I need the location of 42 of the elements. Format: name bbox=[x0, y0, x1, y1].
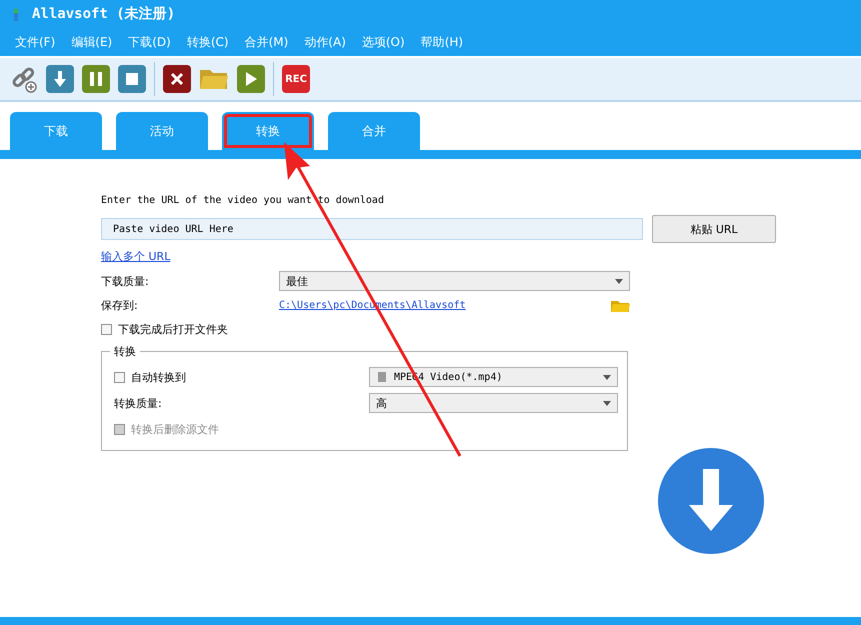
tab[interactable]: 转换 bbox=[222, 112, 314, 150]
folder-icon[interactable] bbox=[199, 67, 229, 91]
folder-icon[interactable] bbox=[610, 298, 630, 312]
menu-item[interactable]: 下载(D) bbox=[121, 32, 178, 52]
checkbox-label: 转换后删除源文件 bbox=[131, 422, 219, 436]
download-icon[interactable] bbox=[657, 447, 765, 555]
field-label: 下载质量: bbox=[101, 274, 150, 288]
menu-item[interactable]: 转换(C) bbox=[180, 32, 236, 52]
chain-link-icon[interactable] bbox=[10, 65, 38, 93]
tab[interactable]: 活动 bbox=[116, 112, 208, 150]
window-title: Allavsoft (未注册) bbox=[32, 5, 176, 23]
field-label: 保存到: bbox=[101, 298, 139, 312]
record-button[interactable]: REC bbox=[282, 65, 310, 93]
menu-item[interactable]: 合并(M) bbox=[238, 32, 296, 52]
tab[interactable]: 下载 bbox=[10, 112, 102, 150]
multiple-url-link[interactable]: 输入多个 URL bbox=[101, 248, 170, 264]
paste-url-button[interactable]: 粘贴 URL bbox=[652, 215, 776, 243]
menu-item[interactable]: 文件(F) bbox=[8, 32, 62, 52]
download-icon[interactable] bbox=[46, 65, 74, 93]
group-title: 转换 bbox=[110, 344, 140, 359]
file-icon bbox=[376, 371, 388, 383]
menu-item[interactable]: 选项(O) bbox=[354, 32, 412, 52]
field-label: 转换质量: bbox=[114, 396, 162, 410]
stop-icon[interactable] bbox=[118, 65, 146, 93]
menu-item[interactable]: 编辑(E) bbox=[64, 32, 120, 52]
dropdown-caret-icon bbox=[603, 374, 611, 380]
play-icon[interactable] bbox=[237, 65, 265, 93]
checkbox[interactable] bbox=[101, 324, 112, 334]
url-prompt: Enter the URL of the video you want to download bbox=[101, 195, 385, 208]
dropdown-caret-icon bbox=[615, 278, 623, 284]
pause-icon[interactable] bbox=[82, 65, 110, 93]
delete-icon[interactable] bbox=[163, 65, 191, 93]
menu-item[interactable]: 动作(A) bbox=[297, 32, 353, 52]
checkbox-label: 下载完成后打开文件夹 bbox=[118, 322, 228, 336]
tab[interactable]: 合并 bbox=[328, 112, 420, 150]
quality-dropdown[interactable]: 最佳 bbox=[279, 271, 630, 291]
checkbox[interactable] bbox=[114, 372, 125, 382]
dropdown-caret-icon bbox=[603, 400, 611, 406]
checkbox-label: 自动转换到 bbox=[131, 370, 186, 384]
convert-quality-dropdown[interactable]: 高 bbox=[369, 393, 618, 413]
url-field[interactable]: Paste video URL Here bbox=[101, 218, 643, 240]
menu-item[interactable]: 帮助(H) bbox=[414, 32, 470, 52]
